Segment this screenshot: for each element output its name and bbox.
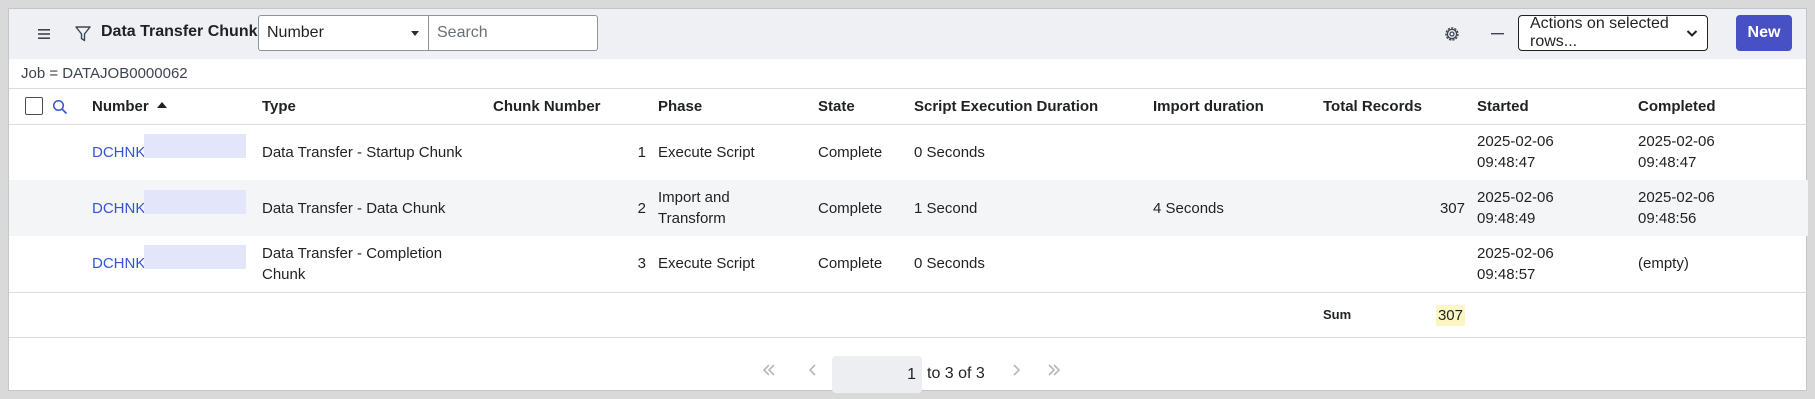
cell-completed: 2025-02-06 09:48:56 — [1638, 189, 1715, 227]
cell-import-duration: 4 Seconds — [1153, 199, 1224, 217]
cell-chunk-number: 2 — [637, 199, 646, 217]
menu-icon[interactable] — [29, 18, 61, 50]
cell-phase: Execute Script — [658, 143, 755, 161]
header-row: Number Type Chunk Number Phase State Scr… — [9, 89, 1808, 125]
page-range-text: to 3 of 3 — [927, 365, 985, 382]
breadcrumb[interactable]: Job = DATAJOB0000062 — [9, 59, 1806, 89]
next-page-icon[interactable] — [1009, 361, 1023, 384]
column-header-import-duration[interactable]: Import duration — [1153, 89, 1323, 125]
chevron-down-icon — [1686, 26, 1698, 45]
sort-ascending-icon — [156, 101, 167, 108]
list-table: Number Type Chunk Number Phase State Scr… — [9, 89, 1808, 338]
cell-state: Complete — [818, 143, 883, 161]
cell-completed: (empty) — [1638, 255, 1689, 273]
sum-value: 307 — [1435, 304, 1465, 326]
table-row: DCHNK Data Transfer - Completion Chunk 3… — [9, 236, 1808, 292]
cell-started: 2025-02-06 09:48:49 — [1477, 189, 1554, 227]
gear-icon[interactable] — [1436, 18, 1468, 50]
select-all-checkbox[interactable] — [25, 97, 43, 116]
column-header-completed[interactable]: Completed — [1638, 89, 1808, 125]
column-header-type[interactable]: Type — [262, 89, 493, 125]
cell-import-duration — [1153, 124, 1323, 180]
search-input[interactable] — [428, 15, 598, 51]
cell-total-records — [1323, 236, 1477, 292]
cell-import-duration — [1153, 236, 1323, 292]
cell-started: 2025-02-06 09:48:47 — [1477, 133, 1554, 172]
cell-chunk-number: 3 — [637, 255, 646, 273]
minus-icon[interactable] — [1482, 18, 1514, 50]
cell-phase: Import and Transform — [658, 189, 730, 227]
cell-type: Data Transfer - Startup Chunk — [262, 143, 463, 161]
column-search-icon[interactable] — [52, 98, 68, 115]
cell-script-duration: 0 Seconds — [914, 143, 985, 161]
cell-completed: 2025-02-06 09:48:47 — [1638, 133, 1715, 172]
cell-chunk-number: 1 — [637, 143, 646, 161]
cell-total-records — [1323, 124, 1477, 180]
cell-total-records: 307 — [1439, 199, 1465, 217]
caret-down-icon — [411, 31, 419, 36]
actions-select-label: Actions on selected rows... — [1530, 15, 1669, 50]
redaction-block — [144, 245, 246, 270]
first-page-icon[interactable] — [760, 361, 778, 384]
column-header-total-records[interactable]: Total Records — [1323, 89, 1477, 125]
column-header-chunk-number[interactable]: Chunk Number — [493, 89, 658, 125]
list-header: Data Transfer Chunks Number Actions on s… — [9, 9, 1806, 59]
redaction-block — [144, 189, 246, 214]
cell-type: Data Transfer - Completion Chunk — [262, 244, 443, 283]
column-header-number[interactable]: Number — [92, 89, 262, 125]
record-number-link[interactable]: DCHNK — [92, 189, 246, 219]
last-page-icon[interactable] — [1045, 361, 1063, 384]
cell-script-duration: 0 Seconds — [914, 255, 985, 273]
record-number-link[interactable]: DCHNK — [92, 133, 246, 163]
summary-row: Sum 307 — [9, 292, 1808, 337]
actions-select[interactable]: Actions on selected rows... — [1518, 15, 1708, 51]
search-field-select-value: Number — [267, 24, 324, 41]
page-number-input[interactable] — [832, 356, 922, 393]
cell-phase: Execute Script — [658, 255, 755, 273]
table-row: DCHNK Data Transfer - Data Chunk 2 Impor… — [9, 180, 1808, 236]
pagination: to 3 of 3 — [9, 356, 1806, 393]
redaction-block — [144, 133, 246, 158]
cell-started: 2025-02-06 09:48:57 — [1477, 244, 1554, 283]
cell-type: Data Transfer - Data Chunk — [262, 199, 446, 217]
list-title: Data Transfer Chunks — [101, 23, 267, 40]
column-header-state[interactable]: State — [818, 89, 914, 125]
sum-label: Sum — [1323, 307, 1352, 322]
column-header-started[interactable]: Started — [1477, 89, 1638, 125]
cell-script-duration: 1 Second — [914, 199, 978, 217]
table-row: DCHNK Data Transfer - Startup Chunk 1 Ex… — [9, 124, 1808, 180]
list-frame: Data Transfer Chunks Number Actions on s… — [8, 8, 1808, 393]
column-header-script-execution-duration[interactable]: Script Execution Duration — [914, 89, 1153, 125]
cell-state: Complete — [818, 199, 883, 217]
search-field-select[interactable]: Number — [258, 15, 429, 51]
filter-icon[interactable] — [67, 18, 99, 50]
prev-page-icon[interactable] — [806, 361, 820, 384]
new-button[interactable]: New — [1736, 15, 1792, 51]
cell-state: Complete — [818, 255, 883, 273]
record-number-link[interactable]: DCHNK — [92, 245, 246, 274]
column-header-phase[interactable]: Phase — [658, 89, 818, 125]
